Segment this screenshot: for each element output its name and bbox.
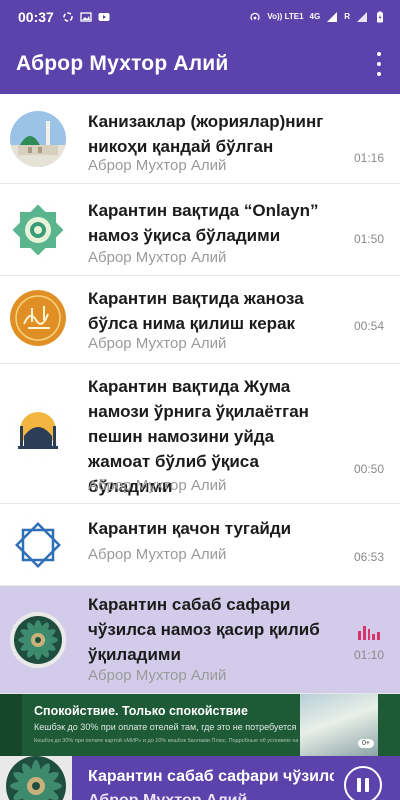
signal-label: 4G bbox=[309, 12, 321, 21]
track-duration: 01:10 bbox=[353, 648, 384, 662]
list-item-now-playing[interactable]: Карантин сабаб сафари чўзилса намоз қаси… bbox=[0, 586, 400, 694]
track-duration: 00:54 bbox=[353, 319, 384, 333]
track-title: Карантин қачон тугайди bbox=[88, 519, 292, 538]
track-duration: 06:53 bbox=[353, 550, 384, 564]
ad-age-badge: 0+ bbox=[358, 739, 374, 748]
youtube-icon bbox=[98, 13, 110, 21]
list-item[interactable]: Карантин вақтида жаноза бўлса нима қилиш… bbox=[0, 276, 400, 364]
list-item[interactable]: Канизаклар (жориялар)нинг никоҳи қандай … bbox=[0, 94, 400, 184]
track-artist: Аброр Мухтор Алий bbox=[88, 667, 227, 684]
mosque-photo-icon bbox=[10, 111, 66, 167]
track-artist: Аброр Мухтор Алий bbox=[88, 249, 227, 266]
signal-bars-icon bbox=[327, 12, 338, 22]
mini-player-mandala-icon bbox=[0, 756, 72, 800]
equalizer-icon bbox=[358, 624, 380, 640]
calligraphy-icon bbox=[10, 290, 66, 346]
notification-icons bbox=[62, 11, 110, 23]
track-artist: Аброр Мухтор Алий bbox=[88, 157, 227, 174]
system-icons: Vo)) LTE1 4G R bbox=[249, 11, 386, 23]
track-duration: 00:50 bbox=[353, 462, 384, 476]
mosque-icon bbox=[10, 404, 66, 460]
ad-fine-print: Кешбэк до 30% при оплате картой «МИР» и … bbox=[34, 738, 324, 744]
track-duration: 01:16 bbox=[353, 151, 384, 165]
track-duration: 01:50 bbox=[353, 232, 384, 246]
image-icon bbox=[80, 12, 92, 22]
list-item[interactable]: Карантин вақтида “Onlayn” намоз ўқиса бў… bbox=[0, 184, 400, 276]
pause-button[interactable] bbox=[344, 766, 382, 800]
ad-headline: Спокойствие. Только спокойствие bbox=[34, 704, 248, 718]
roaming-label: R bbox=[344, 12, 350, 21]
status-bar: 00:37 Vo)) LTE1 4G R bbox=[0, 0, 400, 34]
ad-decoration bbox=[0, 694, 22, 756]
overflow-menu-icon[interactable] bbox=[372, 52, 386, 76]
network-label: Vo)) LTE1 bbox=[267, 12, 304, 21]
ad-body: Кешбэк до 30% при оплате отелей там, где… bbox=[34, 722, 297, 732]
mini-player[interactable]: Карантин сабаб сафари чўзилса намоз қаси… bbox=[0, 756, 400, 800]
battery-icon bbox=[377, 11, 383, 23]
track-title: Карантин вақтида жаноза бўлса нима қилиш… bbox=[88, 289, 304, 333]
mandala-icon bbox=[10, 612, 66, 668]
signal-bars-2-icon bbox=[357, 12, 367, 22]
track-artist: Аброр Мухтор Алий bbox=[88, 477, 227, 494]
track-title: Карантин сабаб сафари чўзилса намоз қаси… bbox=[88, 595, 320, 664]
track-list[interactable]: Канизаклар (жориялар)нинг никоҳи қандай … bbox=[0, 94, 400, 694]
track-artist: Аброр Мухтор Алий bbox=[88, 546, 227, 563]
app-title: Аброр Мухтор Алий bbox=[16, 52, 229, 75]
app-bar: Аброр Мухтор Алий bbox=[0, 34, 400, 94]
green-ornament-icon bbox=[10, 202, 66, 258]
track-title: Канизаклар (жориялар)нинг никоҳи қандай … bbox=[88, 112, 324, 156]
mini-player-title: Карантин сабаб сафари чўзилса намоз қаси… bbox=[88, 768, 334, 785]
mini-player-artist: Аброр Мухтор Алий bbox=[88, 792, 247, 800]
hotspot-icon bbox=[250, 12, 260, 21]
track-title: Карантин вақтида “Onlayn” намоз ўқиса бў… bbox=[88, 201, 319, 245]
ad-banner[interactable]: Спокойствие. Только спокойствие Кешбэк д… bbox=[0, 694, 400, 756]
sync-icon bbox=[63, 12, 73, 22]
list-item[interactable]: Карантин қачон тугайди Аброр Мухтор Алий… bbox=[0, 504, 400, 586]
status-time: 00:37 bbox=[18, 9, 54, 25]
list-item[interactable]: Карантин вақтида Жума намози ўрнига ўқил… bbox=[0, 364, 400, 504]
blue-star-icon bbox=[10, 517, 66, 573]
track-artist: Аброр Мухтор Алий bbox=[88, 335, 227, 352]
